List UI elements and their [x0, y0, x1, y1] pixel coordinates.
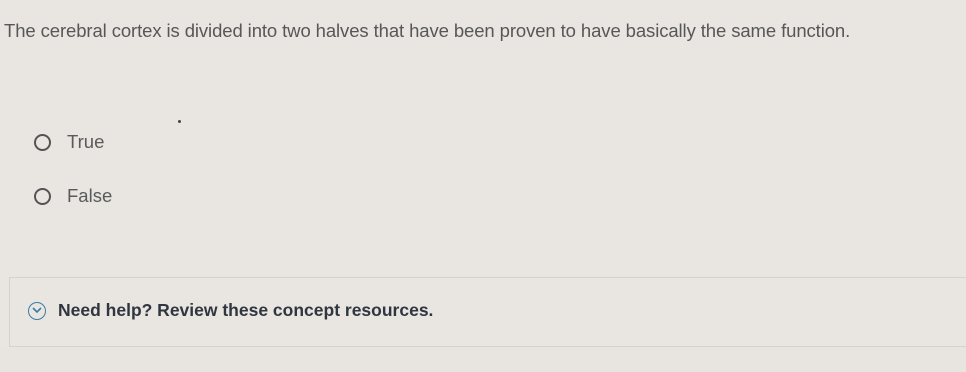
chevron-down-icon — [32, 307, 42, 314]
chevron-down-circle-icon[interactable] — [28, 301, 46, 320]
help-panel: Need help? Review these concept resource… — [9, 277, 966, 347]
decorative-dot — [178, 120, 181, 123]
answer-options: True False — [34, 128, 112, 236]
bottom-area — [0, 347, 966, 372]
option-false[interactable]: False — [34, 182, 112, 210]
help-toggle[interactable]: Need help? Review these concept resource… — [28, 300, 433, 321]
option-label: False — [67, 185, 113, 206]
radio-button-icon[interactable] — [34, 187, 51, 205]
question-text: The cerebral cortex is divided into two … — [4, 20, 851, 41]
help-link-text[interactable]: Need help? Review these concept resource… — [58, 300, 433, 321]
option-label: True — [67, 131, 105, 152]
radio-button-icon[interactable] — [34, 133, 51, 151]
option-true[interactable]: True — [34, 128, 112, 156]
